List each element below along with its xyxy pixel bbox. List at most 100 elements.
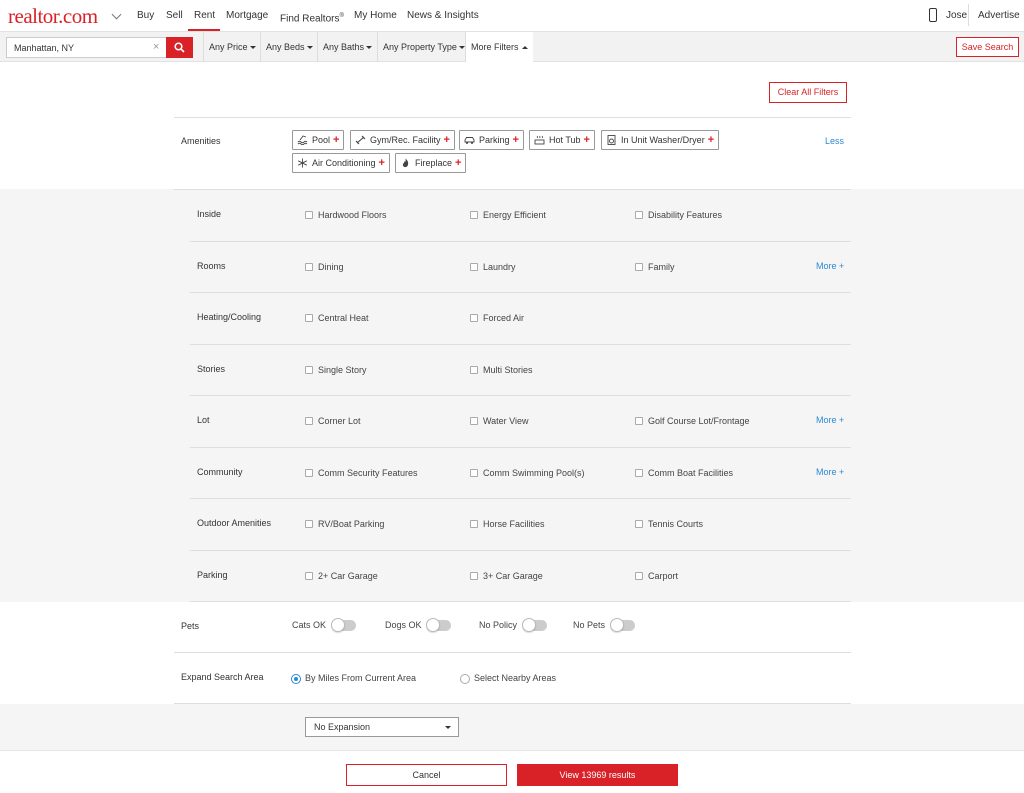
chip-label: Gym/Rec. Facility: [370, 135, 441, 145]
phone-icon[interactable]: [929, 8, 937, 22]
nav-link-mortgage[interactable]: Mortgage: [226, 10, 268, 22]
more-filters-label: More Filters: [471, 42, 519, 52]
checkbox-label: Disability Features: [648, 210, 723, 220]
property-type-dropdown[interactable]: Any Property Type: [377, 32, 465, 62]
pets-label: Pets: [181, 621, 200, 631]
user-menu[interactable]: Jose: [946, 10, 967, 22]
car-icon: [464, 136, 475, 144]
checkbox-label: Hardwood Floors: [318, 210, 387, 220]
checkbox-label: Laundry: [483, 262, 516, 272]
checkbox-hardwood-floors[interactable]: [305, 211, 313, 219]
checkbox-label: Comm Swimming Pool(s): [483, 468, 585, 478]
snowflake-icon: [297, 158, 308, 168]
checkbox-carport[interactable]: [635, 572, 643, 580]
checkbox-label: Golf Course Lot/Frontage: [648, 416, 750, 426]
search-input[interactable]: Manhattan, NY ×: [6, 37, 166, 58]
price-dropdown[interactable]: Any Price: [203, 32, 260, 62]
amenity-chip-air-conditioning[interactable]: Air Conditioning +: [292, 153, 390, 173]
save-search-button[interactable]: Save Search: [956, 37, 1019, 57]
checkbox-family[interactable]: [635, 263, 643, 271]
radio-label: By Miles From Current Area: [305, 673, 417, 683]
checkbox-3-car-garage[interactable]: [470, 572, 478, 580]
view-results-button[interactable]: View 13969 results: [517, 764, 678, 786]
cancel-button[interactable]: Cancel: [346, 764, 507, 786]
checkbox-dining[interactable]: [305, 263, 313, 271]
checkbox-horse-facilities[interactable]: [470, 520, 478, 528]
radio-nearby-areas[interactable]: [460, 674, 470, 684]
search-value: Manhattan, NY: [14, 43, 75, 53]
checkbox-comm-security[interactable]: [305, 469, 313, 477]
toggle-knob: [522, 618, 536, 632]
checkbox-2-car-garage[interactable]: [305, 572, 313, 580]
amenity-chip-gym[interactable]: Gym/Rec. Facility +: [350, 130, 455, 150]
amenity-chip-washer-dryer[interactable]: In Unit Washer/Dryer +: [601, 130, 720, 150]
nav-link-rent[interactable]: Rent: [194, 10, 215, 22]
toggle-dogs-ok[interactable]: [426, 618, 451, 632]
search-button[interactable]: [166, 37, 193, 58]
more-filters-dropdown[interactable]: More Filters: [465, 32, 533, 62]
divider: [174, 703, 851, 704]
checkbox-golf-course[interactable]: [635, 417, 643, 425]
checkbox-comm-boat[interactable]: [635, 469, 643, 477]
caret-down-icon: [306, 46, 313, 50]
chip-label: Air Conditioning: [312, 158, 376, 168]
amenity-chip-fireplace[interactable]: Fireplace +: [395, 153, 467, 173]
checkbox-label: 2+ Car Garage: [318, 571, 378, 581]
checkbox-label: Comm Boat Facilities: [648, 468, 734, 478]
checkbox-energy-efficient[interactable]: [470, 211, 478, 219]
radio-label: Select Nearby Areas: [474, 673, 557, 683]
divider: [174, 189, 851, 190]
checkbox-laundry[interactable]: [470, 263, 478, 271]
find-realtors-label: Find Realtors: [280, 13, 340, 25]
chevron-down-icon[interactable]: [111, 9, 122, 20]
more-link-lot[interactable]: More +: [816, 415, 844, 425]
caret-down-icon: [458, 46, 465, 50]
clear-search-icon[interactable]: ×: [153, 41, 159, 53]
advertise-link[interactable]: Advertise: [978, 10, 1020, 22]
amenity-chip-hot-tub[interactable]: Hot Tub +: [529, 130, 595, 150]
more-link-community[interactable]: More +: [816, 467, 844, 477]
nav-link-buy[interactable]: Buy: [137, 10, 154, 22]
divider: [190, 447, 851, 448]
nav-link-find-realtors[interactable]: Find Realtors®: [280, 10, 344, 25]
toggle-label: No Pets: [573, 620, 606, 630]
more-link-rooms[interactable]: More +: [816, 261, 844, 271]
clear-all-filters-button[interactable]: Clear All Filters: [769, 82, 847, 103]
checkbox-disability-features[interactable]: [635, 211, 643, 219]
toggle-cats-ok[interactable]: [331, 618, 356, 632]
checkbox-label: Energy Efficient: [483, 210, 546, 220]
checkbox-comm-pool[interactable]: [470, 469, 478, 477]
baths-dropdown[interactable]: Any Baths: [317, 32, 377, 62]
nav-link-sell[interactable]: Sell: [166, 10, 183, 22]
toggle-knob: [331, 618, 345, 632]
less-link[interactable]: Less: [825, 136, 844, 146]
radio-by-miles[interactable]: [291, 674, 301, 684]
plus-icon: +: [455, 157, 462, 169]
plus-icon: +: [583, 134, 590, 146]
hot-tub-icon: [534, 135, 545, 145]
checkbox-corner-lot[interactable]: [305, 417, 313, 425]
amenities-label: Amenities: [181, 136, 221, 146]
toggle-no-policy[interactable]: [522, 618, 547, 632]
checkbox-single-story[interactable]: [305, 366, 313, 374]
beds-dropdown[interactable]: Any Beds: [260, 32, 317, 62]
plus-icon: +: [707, 134, 715, 146]
amenity-chip-parking[interactable]: Parking +: [459, 130, 524, 150]
group-label-inside: Inside: [197, 209, 222, 219]
nav-link-news[interactable]: News & Insights: [407, 10, 479, 22]
checkbox-rv-boat-parking[interactable]: [305, 520, 313, 528]
checkbox-tennis-courts[interactable]: [635, 520, 643, 528]
amenity-chip-pool[interactable]: Pool +: [292, 130, 345, 150]
checkbox-multi-stories[interactable]: [470, 366, 478, 374]
checkbox-forced-air[interactable]: [470, 314, 478, 322]
nav-link-my-home[interactable]: My Home: [354, 10, 397, 22]
group-label-outdoor: Outdoor Amenities: [197, 518, 272, 528]
checkbox-central-heat[interactable]: [305, 314, 313, 322]
plus-icon: +: [333, 134, 340, 146]
checkbox-water-view[interactable]: [470, 417, 478, 425]
expansion-select[interactable]: No Expansion: [305, 717, 459, 737]
toggle-no-pets[interactable]: [610, 618, 635, 632]
checkbox-label: Dining: [318, 262, 344, 272]
divider: [174, 117, 851, 118]
logo[interactable]: realtor.com: [8, 5, 98, 27]
